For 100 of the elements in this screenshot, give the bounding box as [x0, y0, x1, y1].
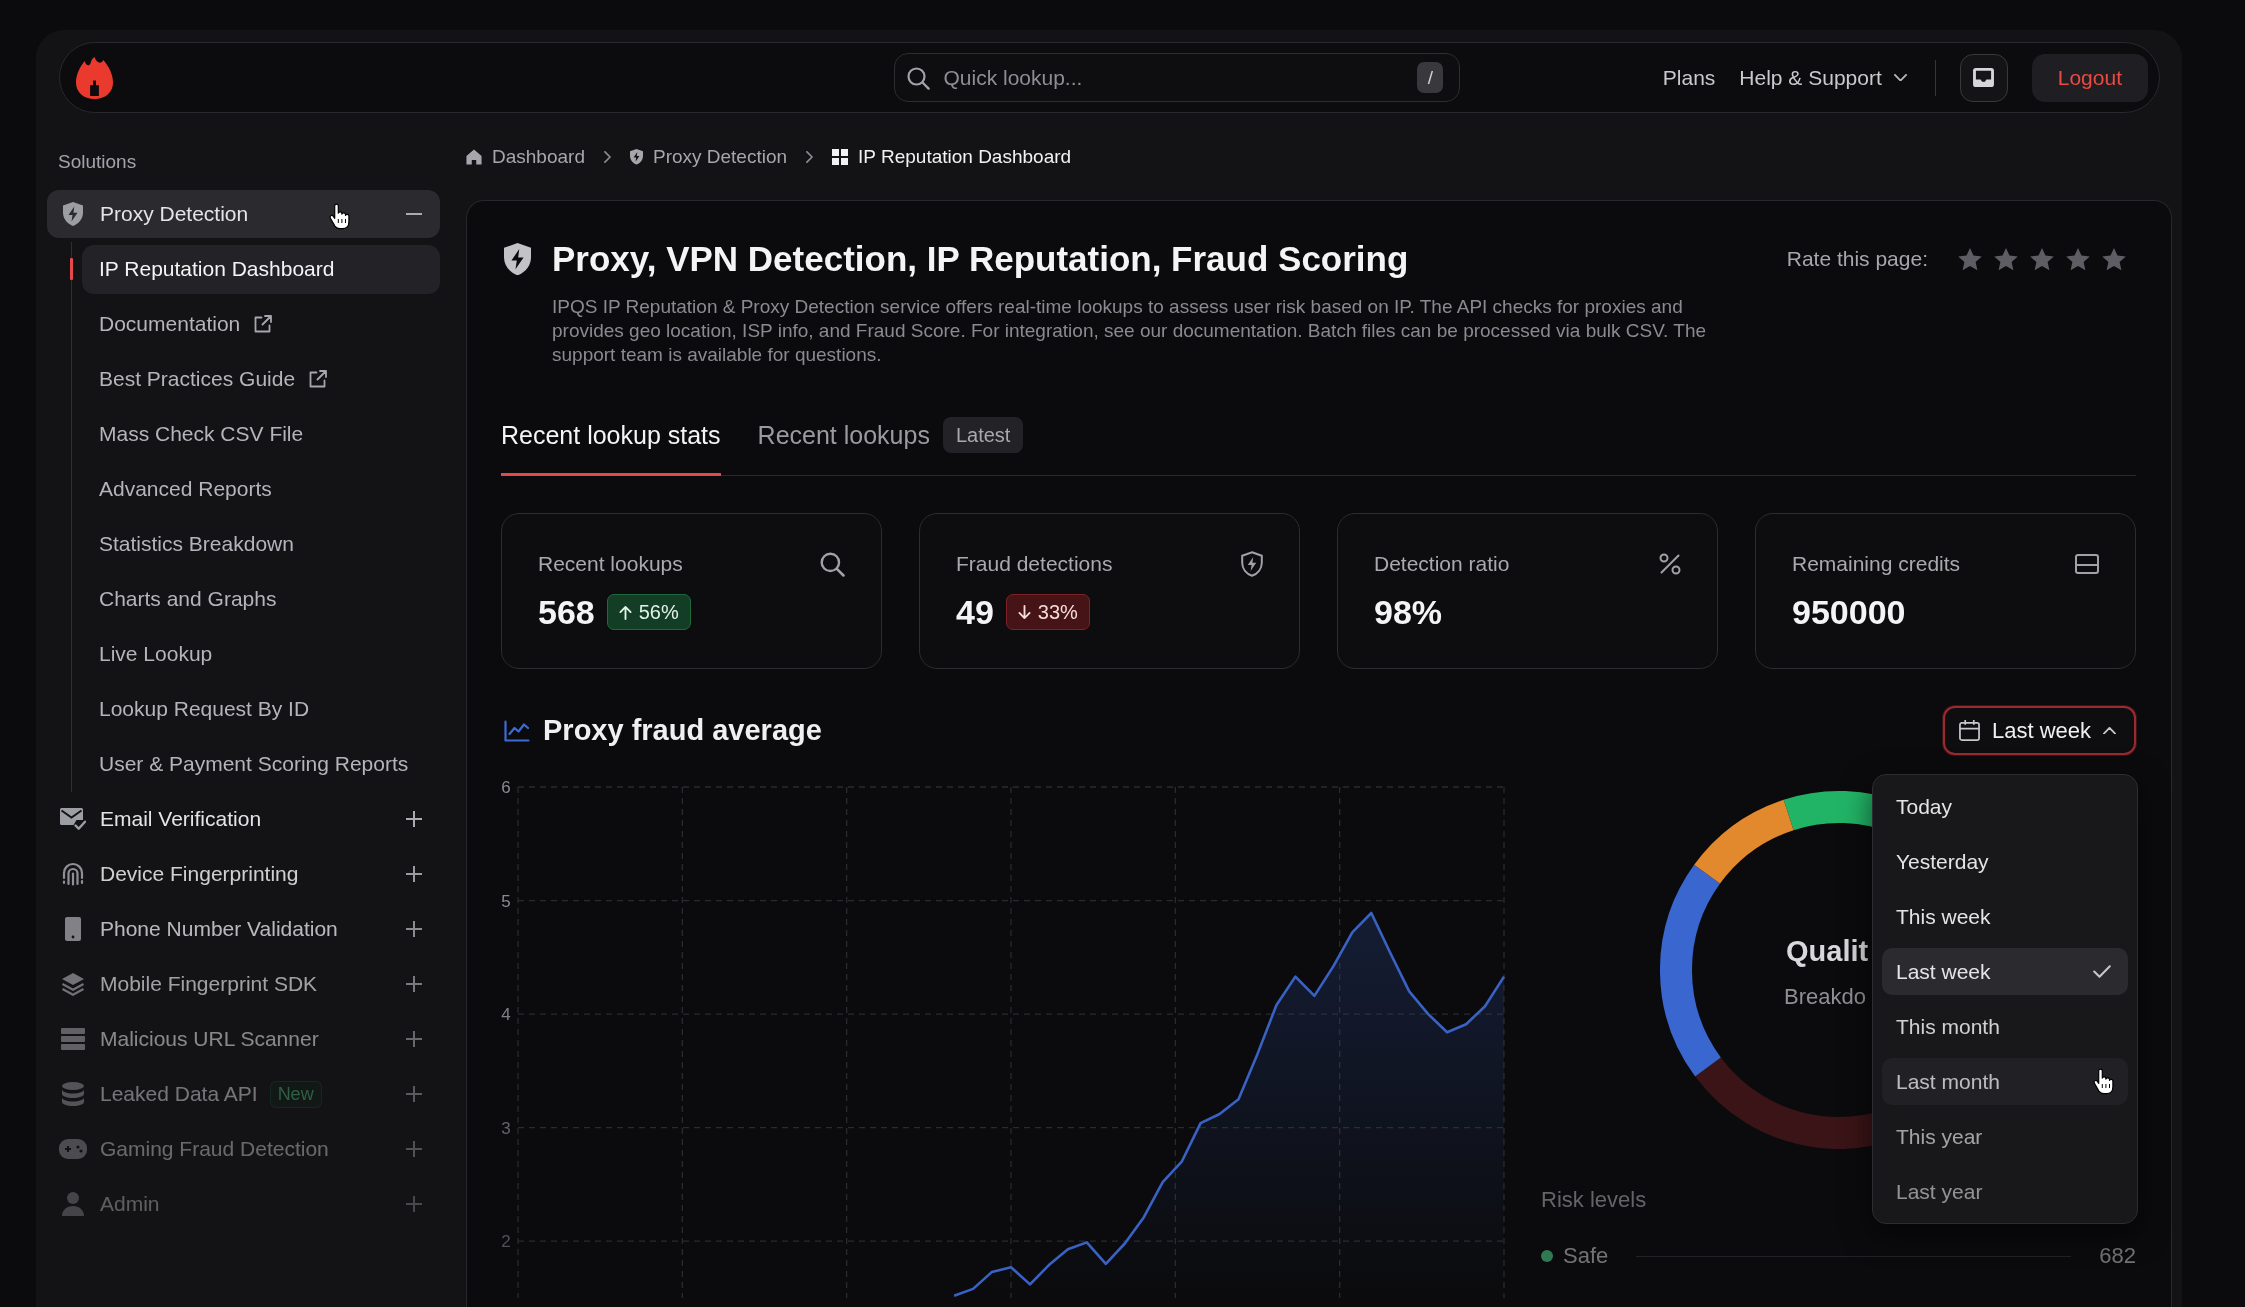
stat-label: Detection ratio [1374, 552, 1510, 576]
breadcrumb-link[interactable]: Dashboard [466, 146, 585, 168]
layers-icon [61, 972, 85, 996]
sidebar-subitem[interactable]: User & Payment Scoring Reports [82, 739, 440, 789]
section-title: Proxy fraud average [543, 714, 822, 747]
breadcrumb-link[interactable]: Proxy Detection [629, 146, 788, 168]
menu-item[interactable]: Yesterday [1882, 838, 2128, 885]
star-icon[interactable] [1994, 247, 2018, 271]
menu-item[interactable]: Today [1882, 783, 2128, 830]
new-badge: New [269, 1080, 322, 1108]
page-description: IPQS IP Reputation & Proxy Detection service offers real-time lookups to assess user risk based on IP. The API checks for proxies and provides geo location, ISP info, and Fraud Score. For integration, see our documentation. Batch files can be processed via bulk CSV. The support team is available for questions. [552, 295, 1708, 367]
status-dot-icon [1541, 1250, 1553, 1262]
page-title: Proxy, VPN Detection, IP Reputation, Fraud Scoring [552, 238, 1410, 280]
rating-label: Rate this page: [1786, 247, 1928, 271]
inbox-button[interactable] [1959, 53, 2008, 102]
y-axis-label: 3 [501, 1118, 511, 1138]
sidebar-item[interactable]: Malicious URL Scanner [47, 1015, 440, 1063]
period-dropdown-button[interactable]: Last week [1942, 706, 2136, 755]
y-axis-label: 4 [501, 1005, 511, 1025]
legend-value: 682 [2099, 1243, 2136, 1269]
sidebar-subitem[interactable]: IP Reputation Dashboard [82, 244, 440, 294]
logout-button[interactable]: Logout [2031, 53, 2148, 102]
chevron-right-icon [806, 151, 814, 163]
sidebar-subitem[interactable]: Best Practices Guide [82, 354, 440, 404]
change-percent: 33% [1037, 600, 1078, 624]
shortcut-key: / [1417, 62, 1444, 93]
arrow-down-icon [1017, 604, 1031, 620]
star-icon[interactable] [1958, 247, 1982, 271]
search-icon [906, 65, 931, 90]
gamepad-icon [59, 1139, 87, 1159]
y-axis-label: 2 [501, 1232, 511, 1252]
sidebar-item[interactable]: Email Verification [47, 795, 440, 843]
star-icon[interactable] [2102, 247, 2126, 271]
flame-logo [75, 56, 114, 99]
sidebar-subitem[interactable]: Charts and Graphs [82, 574, 440, 624]
legend-label: Safe [1563, 1243, 1609, 1269]
chevron-right-icon [603, 151, 611, 163]
sidebar-subitem[interactable]: Advanced Reports [82, 464, 440, 514]
star-icon[interactable] [2030, 247, 2054, 271]
donut-title: Qualit [1786, 934, 1869, 969]
stat-value: 950000 [1792, 592, 1906, 632]
home-icon [466, 149, 482, 165]
shield-icon [504, 243, 531, 276]
donut-subtitle: Breakdo [1784, 984, 1866, 1010]
legend-title: Risk levels [1541, 1187, 1647, 1213]
tab[interactable]: Recent lookups Latest [757, 415, 1024, 476]
percent-icon [1659, 553, 1681, 575]
menu-item[interactable]: This week [1882, 893, 2128, 940]
tray-icon [1973, 68, 1995, 87]
menu-item[interactable]: This month [1882, 1003, 2128, 1050]
server-icon [61, 1028, 85, 1050]
sidebar-subitem[interactable]: Statistics Breakdown [82, 519, 440, 569]
mail-check-icon [60, 807, 86, 831]
shield-icon [629, 149, 643, 165]
y-axis-label: 5 [501, 891, 511, 911]
active-marker-icon [70, 258, 73, 280]
hand-cursor-icon [329, 203, 350, 230]
menu-item[interactable]: This year [1882, 1113, 2128, 1160]
shield-icon [63, 202, 83, 226]
fingerprint-icon [61, 862, 85, 886]
menu-item[interactable]: Last year [1882, 1168, 2128, 1215]
tab[interactable]: Recent lookup stats [501, 415, 721, 476]
chevron-up-icon [2103, 726, 2116, 735]
stat-label: Fraud detections [956, 552, 1113, 576]
star-rating[interactable] [1958, 247, 2126, 271]
search-icon [819, 551, 845, 577]
change-percent: 56% [638, 600, 679, 624]
section-heading: Solutions [57, 151, 138, 173]
check-icon [2093, 965, 2111, 978]
calendar-icon [1958, 720, 1980, 741]
menu-item[interactable]: Last month [1882, 1058, 2128, 1105]
stat-value: 98% [1374, 592, 1443, 632]
sidebar-item[interactable]: Proxy Detection [47, 190, 440, 238]
sidebar-subitem[interactable]: Lookup Request By ID [82, 684, 440, 734]
shield-icon [1241, 551, 1263, 577]
stat-label: Remaining credits [1792, 552, 1961, 576]
nav-link[interactable]: Help & Support [1739, 65, 1907, 90]
hand-cursor-icon [2093, 1068, 2114, 1095]
sidebar-item[interactable]: Leaked Data API New [47, 1070, 440, 1118]
tab-badge: Latest [942, 417, 1024, 453]
stat-value: 568 [538, 592, 595, 632]
stat-label: Recent lookups [538, 552, 683, 576]
sidebar-item[interactable]: Device Fingerprinting [47, 850, 440, 898]
star-icon[interactable] [2066, 247, 2090, 271]
sidebar-item[interactable]: Phone Number Validation [47, 905, 440, 953]
sidebar-item[interactable]: Mobile Fingerprint SDK [47, 960, 440, 1008]
stat-value: 49 [956, 592, 994, 632]
y-axis-label: 6 [501, 778, 511, 797]
phone-icon [65, 917, 81, 941]
card-icon [2075, 554, 2099, 574]
sidebar-subitem[interactable]: Documentation [82, 299, 440, 349]
line-chart-icon [504, 719, 530, 742]
person-icon [62, 1192, 84, 1216]
sidebar-subitem[interactable]: Mass Check CSV File [82, 409, 440, 459]
sidebar-subitem[interactable]: Live Lookup [82, 629, 440, 679]
database-icon [62, 1082, 84, 1106]
nav-link[interactable]: Plans [1662, 65, 1716, 90]
arrow-up-icon [618, 604, 632, 620]
menu-item[interactable]: Last week [1882, 948, 2128, 995]
breadcrumb-link[interactable]: IP Reputation Dashboard [832, 146, 1072, 168]
